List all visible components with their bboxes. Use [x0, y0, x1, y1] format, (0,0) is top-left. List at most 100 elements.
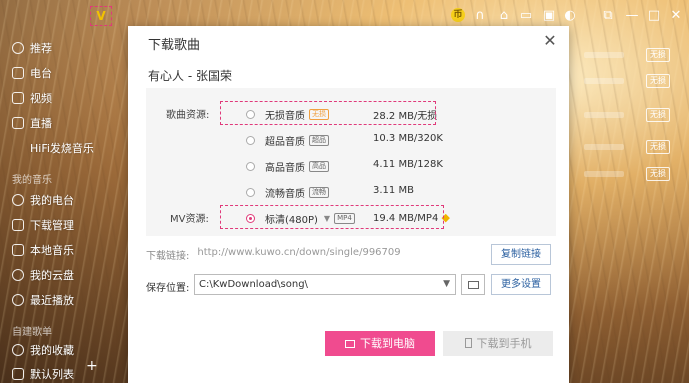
- quality-size: 4.11 MB/128K: [373, 159, 443, 170]
- quality-name: 高品音质: [265, 162, 305, 174]
- copy-link-button[interactable]: 复制链接: [491, 244, 551, 265]
- quality-tag: 流畅: [309, 186, 329, 198]
- list-item: [584, 52, 624, 58]
- sidebar-item-recent[interactable]: 最近播放: [12, 292, 74, 308]
- headphone-icon[interactable]: ∩: [472, 8, 488, 24]
- section-my-music: 我的音乐: [12, 175, 52, 186]
- sidebar: 推荐 电台 视频 直播 HiFi发烧音乐 我的音乐 我的电台 下载管理 本地音乐…: [0, 36, 128, 383]
- skin-icon[interactable]: ◐: [562, 8, 578, 24]
- download-to-phone-button[interactable]: 下载到手机: [443, 331, 553, 356]
- local-music-icon: [12, 244, 24, 256]
- lossless-badge: 无损: [646, 48, 670, 62]
- more-settings-button[interactable]: 更多设置: [491, 274, 551, 295]
- sidebar-item-favorites[interactable]: 我的收藏: [12, 342, 74, 358]
- sidebar-item-my-radio[interactable]: 我的电台: [12, 192, 74, 208]
- heart-icon: [12, 344, 24, 356]
- download-icon: [12, 219, 24, 231]
- lossless-badge: 无损: [646, 140, 670, 154]
- live-icon: [12, 117, 24, 129]
- list-item: [584, 112, 624, 118]
- browse-folder-button[interactable]: [461, 274, 485, 295]
- sidebar-item-video[interactable]: 视频: [12, 90, 52, 106]
- save-location-label: 保存位置:: [146, 283, 190, 294]
- highlight-lossless: [220, 101, 436, 125]
- lossless-badge: 无损: [646, 108, 670, 122]
- sidebar-item-download[interactable]: 下载管理: [12, 217, 74, 233]
- sidebar-item-default-list[interactable]: 默认列表: [12, 366, 74, 382]
- section-playlists: 自建歌单: [12, 327, 52, 338]
- sidebar-item-local-music[interactable]: 本地音乐: [12, 242, 74, 258]
- save-path-value: C:\KwDownload\song\: [199, 279, 308, 290]
- quality-option-smooth[interactable]: 流畅音质 流畅: [246, 184, 329, 200]
- quality-tag: 高品: [309, 160, 329, 172]
- sidebar-item-label: 下载管理: [30, 219, 74, 232]
- quality-name: 流畅音质: [265, 188, 305, 200]
- mini-mode-icon[interactable]: ⧉: [600, 8, 616, 24]
- download-link-label: 下载链接:: [146, 251, 190, 262]
- quality-size: 10.3 MB/320K: [373, 133, 443, 144]
- sidebar-item-recommend[interactable]: 推荐: [12, 40, 52, 56]
- sidebar-item-radio[interactable]: 电台: [12, 65, 52, 81]
- download-to-phone-label: 下载到手机: [476, 337, 532, 350]
- sidebar-item-cloud[interactable]: 我的云盘: [12, 267, 74, 283]
- song-list-peek: 无损 无损 无损 无损 无损: [570, 32, 689, 383]
- source-panel: 歌曲资源: 无损音质 无损 28.2 MB/无损 超品音质 超品 10.3 MB…: [146, 88, 556, 236]
- list-item: [584, 171, 624, 177]
- radio-button[interactable]: [246, 135, 255, 145]
- calendar-icon[interactable]: ▭: [518, 8, 534, 24]
- list-icon: [12, 368, 24, 380]
- add-playlist-button[interactable]: +: [86, 358, 98, 374]
- sidebar-item-hifi[interactable]: HiFi发烧音乐: [30, 140, 94, 156]
- save-path-select[interactable]: C:\KwDownload\song\ ▼: [194, 274, 456, 295]
- folder-icon: [468, 281, 479, 289]
- camera-icon[interactable]: ▣: [541, 8, 557, 24]
- lossless-badge: 无损: [646, 74, 670, 88]
- mv-source-label: MV资源:: [170, 214, 209, 225]
- video-icon: [12, 92, 24, 104]
- lossless-badge: 无损: [646, 167, 670, 181]
- list-item: [584, 78, 624, 84]
- sidebar-item-label: 本地音乐: [30, 244, 74, 257]
- dialog-close-icon[interactable]: ✕: [541, 32, 559, 50]
- vip-diamond-icon[interactable]: V: [90, 6, 112, 26]
- chevron-down-icon[interactable]: ▼: [443, 275, 450, 294]
- highlight-mv: [220, 205, 444, 229]
- download-to-pc-button[interactable]: 下载到电脑: [325, 331, 435, 356]
- download-link-url[interactable]: http://www.kuwo.cn/down/single/996709: [197, 247, 400, 262]
- maximize-icon[interactable]: □: [646, 8, 662, 24]
- download-dialog: 下载歌曲 ✕ 有心人 - 张国荣 歌曲资源: 无损音质 无损 28.2 MB/无…: [128, 26, 569, 383]
- recommend-icon: [12, 42, 24, 54]
- recent-icon: [12, 294, 24, 306]
- coin-icon[interactable]: 币: [451, 8, 465, 22]
- song-title: 有心人 - 张国荣: [148, 69, 232, 83]
- list-item: [584, 144, 624, 150]
- sidebar-item-label: 视频: [30, 92, 52, 105]
- radio-button[interactable]: [246, 161, 255, 171]
- sidebar-item-label: 默认列表: [30, 368, 74, 381]
- quality-name: 超品音质: [265, 136, 305, 148]
- radio-button[interactable]: [246, 187, 255, 197]
- sidebar-item-label: 推荐: [30, 42, 52, 55]
- sidebar-item-label: 我的云盘: [30, 269, 74, 282]
- sidebar-item-label: 最近播放: [30, 294, 74, 307]
- song-source-label: 歌曲资源:: [166, 110, 210, 121]
- phone-icon: [464, 338, 472, 348]
- sidebar-item-live[interactable]: 直播: [12, 115, 52, 131]
- sidebar-item-label: 电台: [30, 67, 52, 80]
- shirt-icon[interactable]: ⌂: [496, 8, 512, 24]
- download-link-row: 下载链接: http://www.kuwo.cn/down/single/996…: [146, 247, 401, 262]
- minimize-icon[interactable]: —: [624, 8, 640, 24]
- close-icon[interactable]: ✕: [668, 8, 684, 24]
- radio-icon: [12, 67, 24, 79]
- dialog-title: 下载歌曲: [148, 38, 201, 53]
- cloud-icon: [12, 269, 24, 281]
- sidebar-item-label: 我的收藏: [30, 344, 74, 357]
- quality-option-high[interactable]: 高品音质 高品: [246, 158, 329, 174]
- quality-tag: 超品: [309, 134, 329, 146]
- sidebar-item-label: 直播: [30, 117, 52, 130]
- sidebar-item-label: HiFi发烧音乐: [30, 142, 94, 155]
- download-to-pc-label: 下载到电脑: [360, 337, 415, 350]
- sidebar-item-label: 我的电台: [30, 194, 74, 207]
- quality-option-super[interactable]: 超品音质 超品: [246, 132, 329, 148]
- quality-size: 3.11 MB: [373, 185, 414, 196]
